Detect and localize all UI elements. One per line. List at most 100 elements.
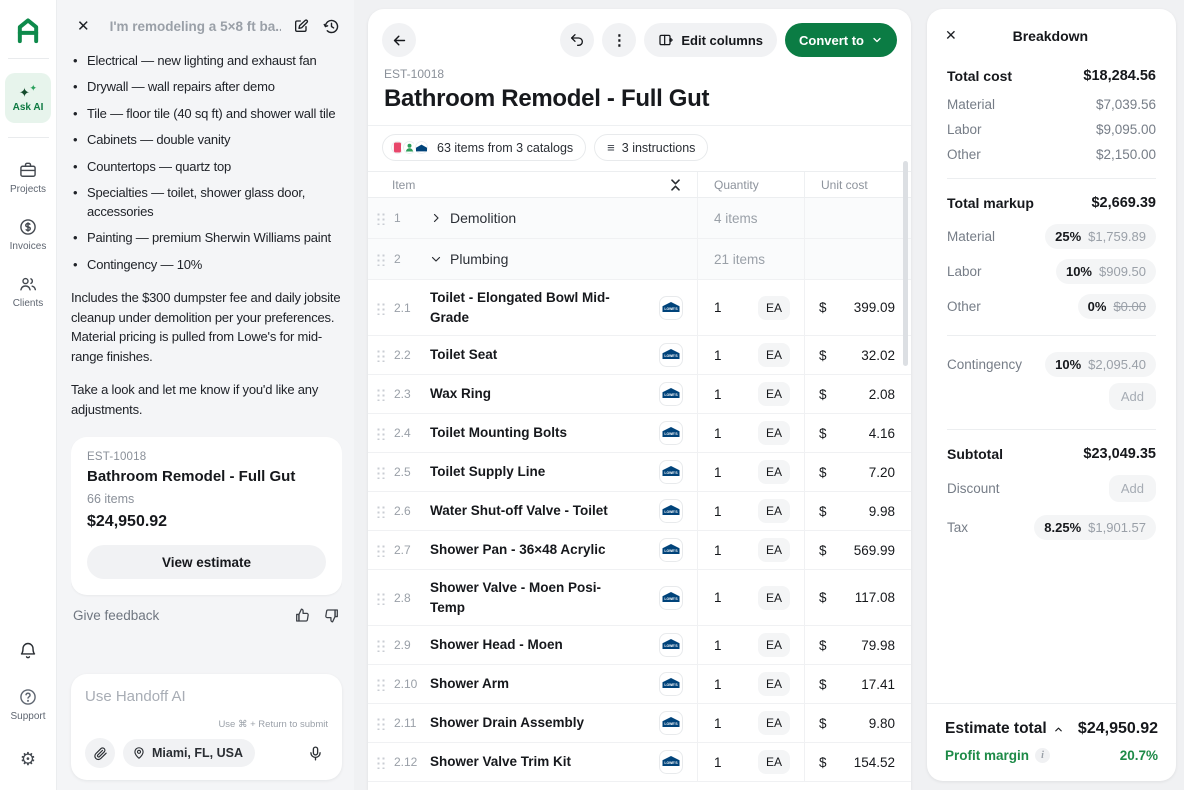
settings-button[interactable]: ⚙: [20, 750, 36, 768]
lowes-badge-icon[interactable]: LOWE'S: [659, 750, 683, 774]
view-estimate-button[interactable]: View estimate: [87, 545, 326, 579]
item-unit-cost[interactable]: 9.98: [869, 504, 895, 519]
attach-button[interactable]: [85, 738, 115, 768]
drag-handle-icon[interactable]: [376, 426, 386, 440]
item-name[interactable]: Wax Ring: [430, 376, 491, 412]
info-icon[interactable]: i: [1035, 748, 1050, 763]
item-unit-cost[interactable]: 32.02: [861, 348, 895, 363]
drag-handle-icon[interactable]: [376, 591, 386, 605]
item-name[interactable]: Shower Drain Assembly: [430, 705, 584, 741]
drag-handle-icon[interactable]: [376, 211, 386, 225]
section-row[interactable]: 2 Plumbing 21 items: [368, 239, 911, 280]
item-unit[interactable]: EA: [758, 586, 790, 610]
item-unit[interactable]: EA: [758, 711, 790, 735]
section-row[interactable]: 1 Demolition 4 items: [368, 198, 911, 239]
sidebar-item-clients[interactable]: Clients: [13, 274, 44, 309]
item-quantity[interactable]: 1: [698, 590, 758, 605]
item-unit-cost[interactable]: 9.80: [869, 716, 895, 731]
item-name[interactable]: Toilet Seat: [430, 337, 497, 373]
location-selector[interactable]: Miami, FL, USA: [123, 739, 255, 767]
collapse-all-icon[interactable]: [670, 178, 681, 192]
lowes-badge-icon[interactable]: LOWE'S: [659, 499, 683, 523]
item-row[interactable]: 2.2 Toilet Seat LOWE'S 1 EA $ 32.02: [368, 336, 911, 375]
lowes-badge-icon[interactable]: LOWE'S: [659, 460, 683, 484]
handoff-logo[interactable]: [14, 0, 42, 58]
item-unit[interactable]: EA: [758, 538, 790, 562]
edit-columns-button[interactable]: Edit columns: [644, 23, 777, 57]
lowes-badge-icon[interactable]: LOWE'S: [659, 343, 683, 367]
lowes-badge-icon[interactable]: LOWE'S: [659, 382, 683, 406]
drag-handle-icon[interactable]: [376, 504, 386, 518]
item-unit-cost[interactable]: 2.08: [869, 387, 895, 402]
discount-add-button[interactable]: Add: [1109, 475, 1156, 502]
estimate-summary-card[interactable]: EST-10018 Bathroom Remodel - Full Gut 66…: [71, 437, 342, 595]
item-name[interactable]: Shower Head - Moen: [430, 627, 563, 663]
lowes-badge-icon[interactable]: LOWE'S: [659, 633, 683, 657]
lowes-badge-icon[interactable]: LOWE'S: [659, 296, 683, 320]
lowes-badge-icon[interactable]: LOWE'S: [659, 538, 683, 562]
item-name[interactable]: Toilet Supply Line: [430, 454, 545, 490]
drag-handle-icon[interactable]: [376, 677, 386, 691]
item-quantity[interactable]: 1: [698, 465, 758, 480]
sidebar-item-invoices[interactable]: Invoices: [10, 217, 47, 252]
voice-input-button[interactable]: [303, 741, 328, 766]
item-unit[interactable]: EA: [758, 460, 790, 484]
item-unit-cost[interactable]: 399.09: [854, 300, 895, 315]
item-row[interactable]: 2.8 Shower Valve - Moen Posi-Temp LOWE'S…: [368, 570, 911, 626]
item-name[interactable]: Shower Arm: [430, 666, 509, 702]
thumbs-up-icon[interactable]: [294, 607, 311, 624]
item-row[interactable]: 2.10 Shower Arm LOWE'S 1 EA $ 17.41: [368, 665, 911, 704]
markup-row-pill[interactable]: 0% $0.00: [1078, 294, 1156, 319]
table-scrollbar[interactable]: [903, 161, 908, 366]
chevron-up-icon[interactable]: [1053, 724, 1064, 735]
item-unit[interactable]: EA: [758, 672, 790, 696]
drag-handle-icon[interactable]: [376, 543, 386, 557]
item-name[interactable]: Toilet Mounting Bolts: [430, 415, 567, 451]
thumbs-down-icon[interactable]: [323, 607, 340, 624]
drag-handle-icon[interactable]: [376, 465, 386, 479]
composer-input[interactable]: Use Handoff AI: [85, 688, 328, 705]
item-unit[interactable]: EA: [758, 296, 790, 320]
item-unit[interactable]: EA: [758, 343, 790, 367]
sidebar-item-projects[interactable]: Projects: [10, 160, 46, 195]
drag-handle-icon[interactable]: [376, 348, 386, 362]
convert-to-button[interactable]: Convert to: [785, 23, 897, 57]
item-quantity[interactable]: 1: [698, 677, 758, 692]
item-quantity[interactable]: 1: [698, 543, 758, 558]
drag-handle-icon[interactable]: [376, 252, 386, 266]
item-unit-cost[interactable]: 154.52: [854, 755, 895, 770]
section-chevron-icon[interactable]: [430, 212, 450, 224]
item-quantity[interactable]: 1: [698, 426, 758, 441]
item-quantity[interactable]: 1: [698, 348, 758, 363]
item-row[interactable]: 2.4 Toilet Mounting Bolts LOWE'S 1 EA $ …: [368, 414, 911, 453]
item-quantity[interactable]: 1: [698, 300, 758, 315]
close-icon[interactable]: ✕: [945, 27, 957, 44]
lowes-badge-icon[interactable]: LOWE'S: [659, 711, 683, 735]
item-unit[interactable]: EA: [758, 421, 790, 445]
item-quantity[interactable]: 1: [698, 638, 758, 653]
item-row[interactable]: 2.1 Toilet - Elongated Bowl Mid-Grade LO…: [368, 280, 911, 336]
item-unit-cost[interactable]: 17.41: [861, 677, 895, 692]
sidebar-item-ask-ai[interactable]: ✦✦ Ask AI: [5, 73, 51, 123]
item-quantity[interactable]: 1: [698, 387, 758, 402]
item-row[interactable]: 2.7 Shower Pan - 36×48 Acrylic LOWE'S 1 …: [368, 531, 911, 570]
chat-thread-title[interactable]: I'm remodeling a 5×8 ft ba...: [110, 19, 281, 34]
back-button[interactable]: [382, 23, 416, 57]
drag-handle-icon[interactable]: [376, 716, 386, 730]
new-chat-icon[interactable]: [291, 16, 311, 36]
item-name[interactable]: Water Shut-off Valve - Toilet: [430, 493, 608, 529]
item-unit[interactable]: EA: [758, 499, 790, 523]
section-chevron-icon[interactable]: [430, 253, 450, 265]
item-quantity[interactable]: 1: [698, 504, 758, 519]
tax-pill[interactable]: 8.25% $1,901.57: [1034, 515, 1156, 540]
notifications-button[interactable]: [18, 641, 38, 661]
item-unit-cost[interactable]: 117.08: [855, 590, 895, 605]
lowes-badge-icon[interactable]: LOWE'S: [659, 672, 683, 696]
item-row[interactable]: 2.3 Wax Ring LOWE'S 1 EA $ 2.08: [368, 375, 911, 414]
item-quantity[interactable]: 1: [698, 716, 758, 731]
item-row[interactable]: 2.6 Water Shut-off Valve - Toilet LOWE'S…: [368, 492, 911, 531]
chat-composer[interactable]: Use Handoff AI Use ⌘ + Return to submit …: [71, 674, 342, 780]
lowes-badge-icon[interactable]: LOWE'S: [659, 421, 683, 445]
drag-handle-icon[interactable]: [376, 638, 386, 652]
item-unit[interactable]: EA: [758, 633, 790, 657]
